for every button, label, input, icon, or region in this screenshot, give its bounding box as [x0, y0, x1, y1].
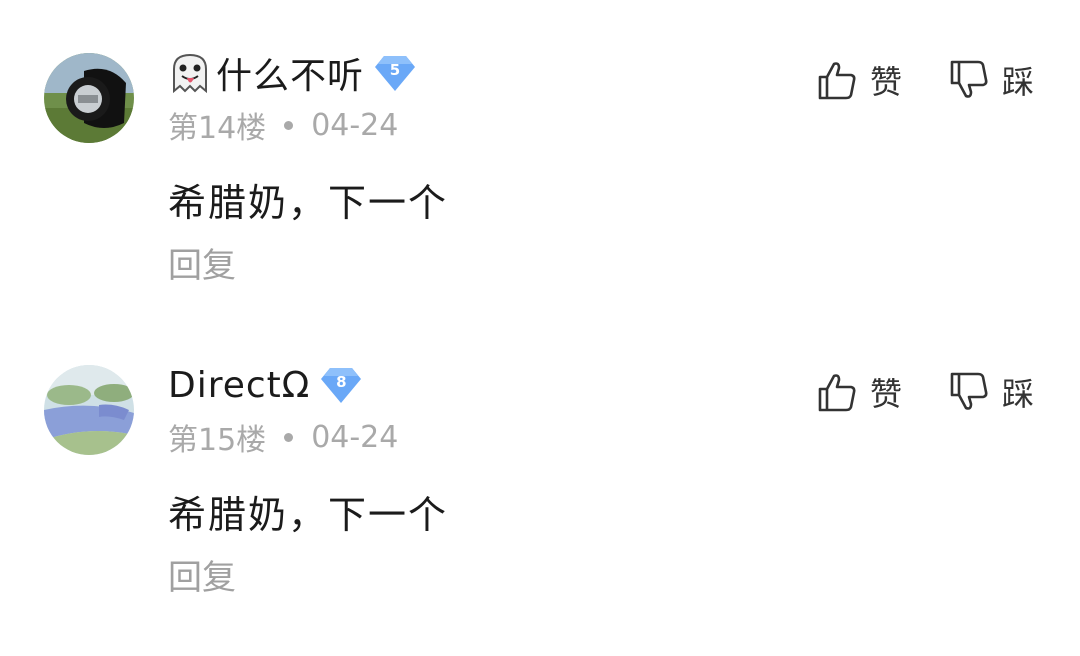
level-badge: 8	[320, 366, 362, 404]
comment-text: 希腊奶，下一个	[168, 493, 449, 537]
avatar[interactable]	[44, 53, 134, 143]
thumbs-up-icon	[816, 59, 858, 101]
reply-button[interactable]: 回复	[168, 550, 236, 599]
dislike-button[interactable]: 踩	[948, 368, 1034, 416]
comment-date: 04-24	[311, 419, 399, 455]
thumbs-down-icon	[948, 371, 990, 413]
comment-text: 希腊奶，下一个	[168, 181, 449, 225]
username[interactable]: 什么不听	[216, 47, 364, 99]
like-button[interactable]: 赞	[816, 56, 902, 104]
comment-date: 04-24	[311, 107, 399, 143]
ghost-emoji-icon	[168, 51, 212, 95]
dislike-label: 踩	[1002, 375, 1035, 413]
dislike-label: 踩	[1002, 63, 1035, 101]
level-badge: 5	[374, 54, 416, 92]
reply-button[interactable]: 回复	[168, 238, 236, 287]
avatar[interactable]	[44, 365, 134, 455]
level-number: 8	[336, 373, 347, 391]
username-row: DirectΩ 8	[168, 361, 362, 409]
comment-meta: 第15楼 04-24	[168, 416, 399, 459]
separator-dot	[284, 120, 294, 130]
level-number: 5	[389, 61, 401, 79]
thumbs-down-icon	[948, 59, 990, 101]
username[interactable]: DirectΩ	[168, 365, 310, 406]
dislike-button[interactable]: 踩	[948, 56, 1034, 104]
thumbs-up-icon	[816, 371, 858, 413]
username-row: 什么不听 5	[168, 49, 416, 97]
like-label: 赞	[870, 63, 903, 101]
comment-meta: 第14楼 04-24	[168, 104, 399, 147]
floor-number: 第14楼	[168, 111, 267, 146]
separator-dot	[284, 432, 294, 442]
like-label: 赞	[870, 375, 903, 413]
like-button[interactable]: 赞	[816, 368, 902, 416]
floor-number: 第15楼	[168, 423, 267, 458]
